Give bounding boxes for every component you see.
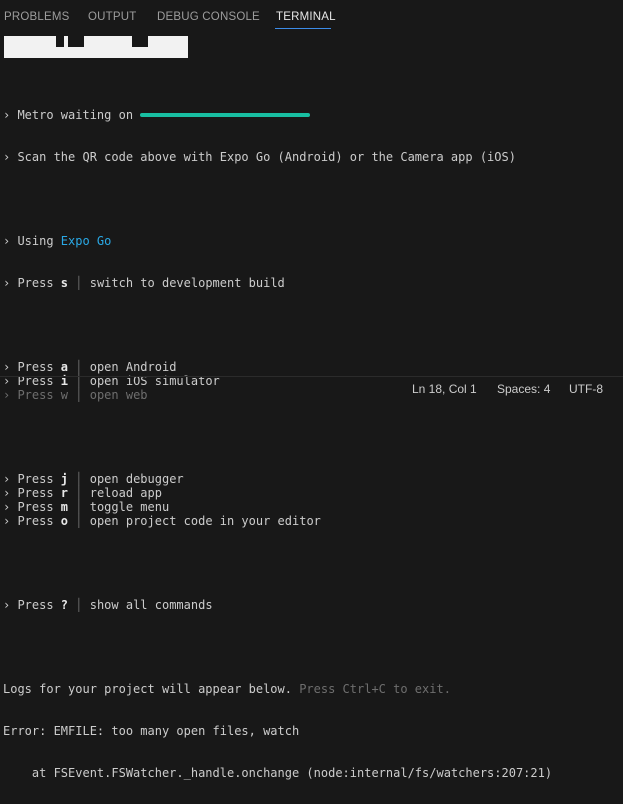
encoding-setting[interactable]: UTF-8 [569,382,603,396]
command-group-3: › Press j │ open debugger › Press r │ rel… [3,472,621,528]
stack-trace-line: at FSEvent.FSWatcher._handle.onchange (n… [3,766,553,780]
using-label: › Using [3,234,61,248]
command-label: reload app [89,486,162,500]
redacted-address [140,112,311,117]
logs-info-text: Logs for your project will appear below. [3,682,292,696]
separator: │ [68,360,90,374]
tab-debug-console[interactable]: DEBUG CONSOLE [157,11,260,23]
command-key: j [60,472,69,486]
command-line: › Press s │ switch to development build [3,276,621,290]
command-line: › Press r │ reload app [3,486,621,500]
scan-qr-line: › Scan the QR code above with Expo Go (A… [3,150,516,164]
command-label: switch to development build [89,276,285,290]
terminal-output[interactable]: › Metro waiting on › Scan the QR code ab… [3,80,621,804]
command-key: a [60,360,69,374]
using-line: › Using Expo Go [3,234,621,248]
command-line: › Press o │ open project code in your ed… [3,514,621,528]
metro-waiting-text: › Metro waiting on [3,108,141,122]
separator: │ [68,276,90,290]
qr-code-fragment [4,36,188,58]
command-key: s [60,276,69,290]
metro-waiting-line: › Metro waiting on [3,108,621,122]
command-key: o [60,514,69,528]
command-key: r [60,486,69,500]
separator: │ [68,598,90,612]
press-prefix: › Press [3,598,61,612]
separator: │ [68,472,90,486]
tab-problems[interactable]: PROBLEMS [4,11,70,23]
command-group-4: › Press ? │ show all commands [3,598,621,612]
tab-output[interactable]: OUTPUT [88,11,136,23]
press-prefix: › Press [3,276,61,290]
press-prefix: › Press [3,360,61,374]
command-line: › Press ? │ show all commands [3,598,621,612]
tab-terminal[interactable]: TERMINAL [276,11,336,23]
active-tab-indicator [275,28,331,29]
command-line: › Press m │ toggle menu [3,500,621,514]
press-prefix: › Press [3,486,61,500]
using-value: Expo Go [60,234,112,248]
separator: │ [68,514,90,528]
status-bar: Ln 18, Col 1 Spaces: 4 UTF-8 [0,376,623,403]
separator: │ [68,500,90,514]
logs-info-line: Logs for your project will appear below.… [3,682,621,696]
command-line: › Press a │ open Android [3,360,621,374]
command-label: open project code in your editor [89,514,321,528]
cursor-position[interactable]: Ln 18, Col 1 [412,382,477,396]
command-label: show all commands [89,598,213,612]
press-prefix: › Press [3,514,61,528]
command-key: ? [60,598,69,612]
command-line: › Press j │ open debugger [3,472,621,486]
command-key: m [60,500,69,514]
separator: │ [68,486,90,500]
error-line: Error: EMFILE: too many open files, watc… [3,724,300,738]
indentation-setting[interactable]: Spaces: 4 [497,382,550,396]
press-prefix: › Press [3,472,61,486]
press-prefix: › Press [3,500,61,514]
command-group-1: › Press s │ switch to development build [3,276,621,290]
command-label: toggle menu [89,500,170,514]
command-label: open Android [89,360,177,374]
command-label: open debugger [89,472,184,486]
exit-hint: Press Ctrl+C to exit. [291,682,451,696]
panel-tab-bar: PROBLEMS OUTPUT DEBUG CONSOLE TERMINAL [0,0,623,36]
